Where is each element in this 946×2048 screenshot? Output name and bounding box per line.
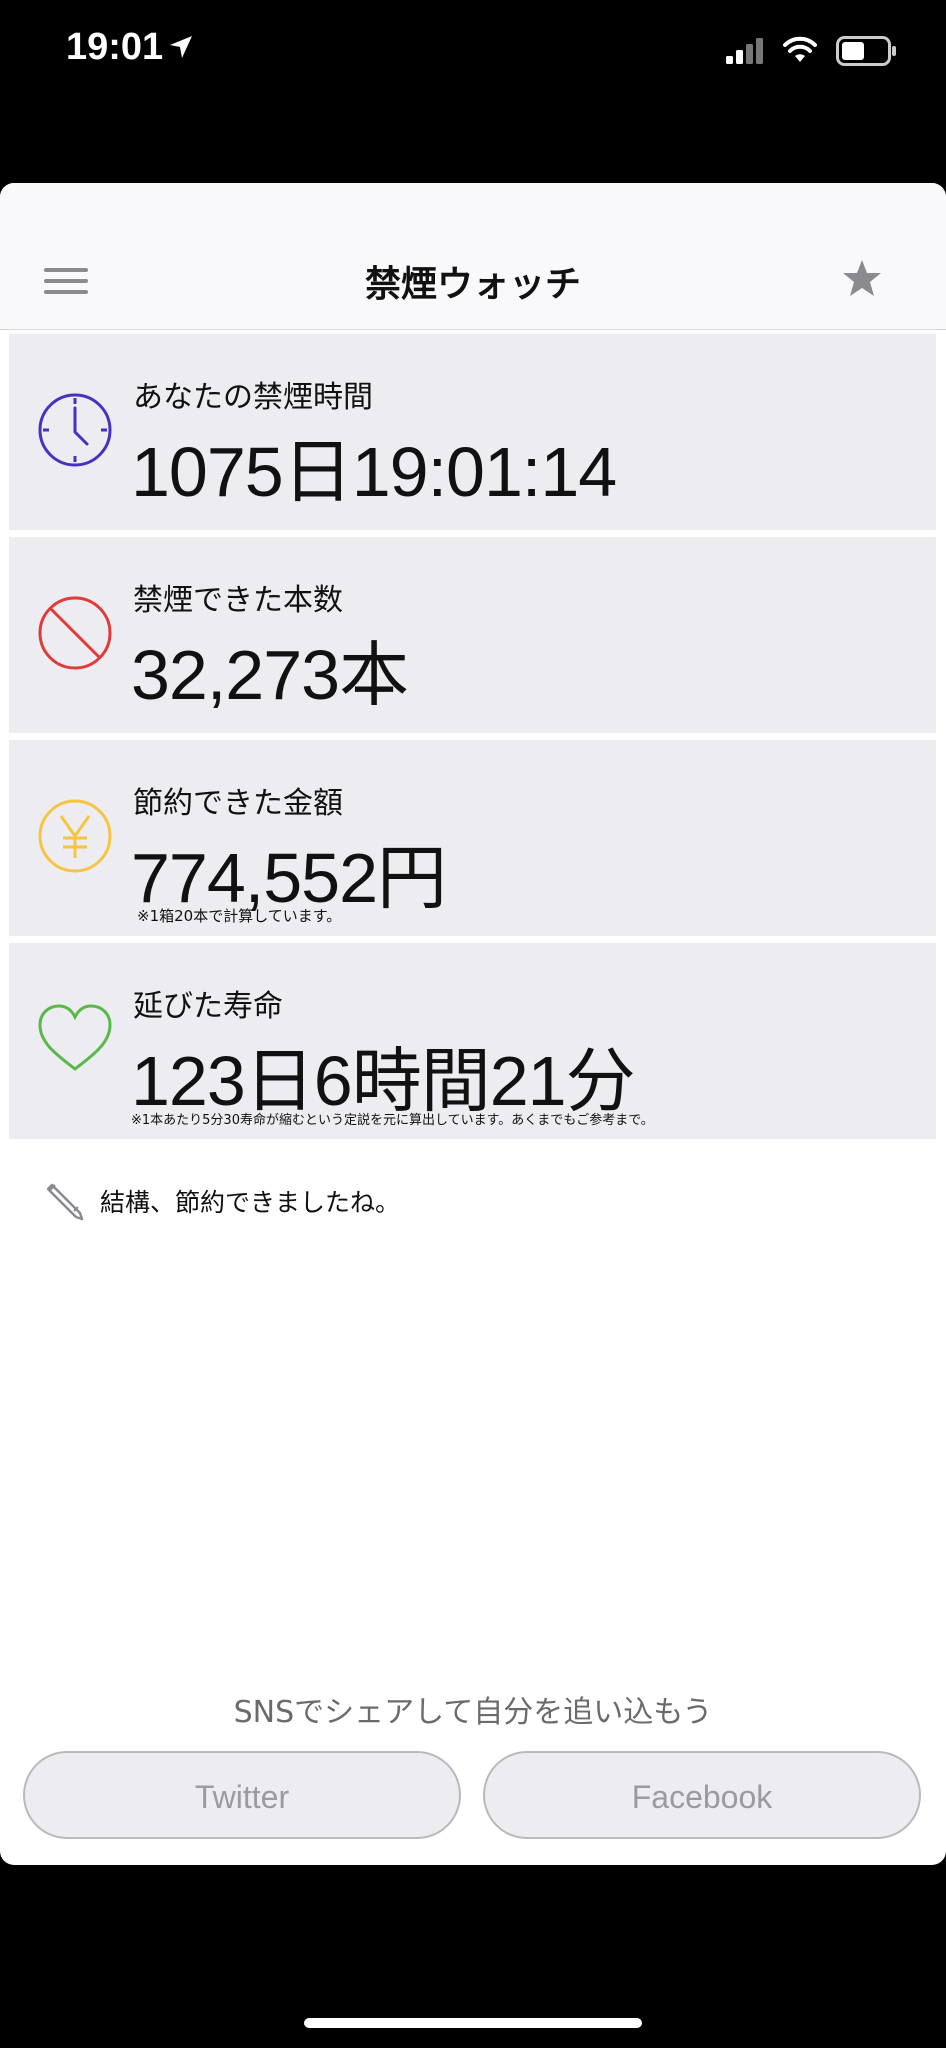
sns-caption: SNSでシェアして自分を追い込もう [233, 1695, 713, 1730]
status-time: 19:01 [66, 26, 164, 68]
comment-text: 結構、節約できましたね。 [100, 1188, 401, 1217]
stat-row-cigarettes: 禁煙できた本数 32,273本 [9, 537, 936, 733]
stat-row-money-saved: 節約できた金額 774,552円 ※1箱20本で計算しています。 [9, 740, 936, 936]
home-indicator[interactable] [304, 2018, 642, 2028]
stat-note: ※1箱20本で計算しています。 [137, 907, 342, 925]
stat-value: 32,273本 [131, 636, 409, 714]
wifi-icon [783, 36, 817, 62]
stat-row-life-extended: 延びた寿命 123日6時間21分 ※1本あたり5分30寿命が縮むという定説を元に… [9, 943, 936, 1139]
page-title: 禁煙ウォッチ [364, 264, 581, 305]
cellular-signal-icon [726, 38, 763, 64]
stat-label: 延びた寿命 [133, 989, 283, 1024]
clock-icon [38, 393, 112, 467]
twitter-button[interactable]: Twitter [23, 1751, 461, 1839]
status-bar: 19:01 [0, 0, 946, 110]
stat-label: 節約できた金額 [133, 786, 343, 821]
facebook-button[interactable]: Facebook [483, 1751, 921, 1839]
yen-icon [38, 799, 112, 873]
prohibited-icon [38, 596, 112, 670]
battery-icon [836, 36, 896, 66]
app-card: 禁煙ウォッチ あなたの禁煙時間 1075日19:01:14 禁煙できた本数 32… [0, 183, 946, 1865]
nav-bar: 禁煙ウォッチ [0, 183, 946, 330]
location-arrow-icon [170, 36, 192, 58]
stat-row-quit-time: あなたの禁煙時間 1075日19:01:14 [9, 334, 936, 530]
star-icon[interactable] [842, 259, 882, 297]
heart-icon [38, 1004, 112, 1071]
stat-value: 1075日19:01:14 [131, 433, 617, 511]
stat-label: あなたの禁煙時間 [133, 380, 373, 415]
stat-label: 禁煙できた本数 [133, 583, 343, 618]
pencil-icon [46, 1183, 84, 1221]
stat-note: ※1本あたり5分30寿命が縮むという定説を元に算出しています。あくまでもご参考ま… [131, 1113, 654, 1128]
